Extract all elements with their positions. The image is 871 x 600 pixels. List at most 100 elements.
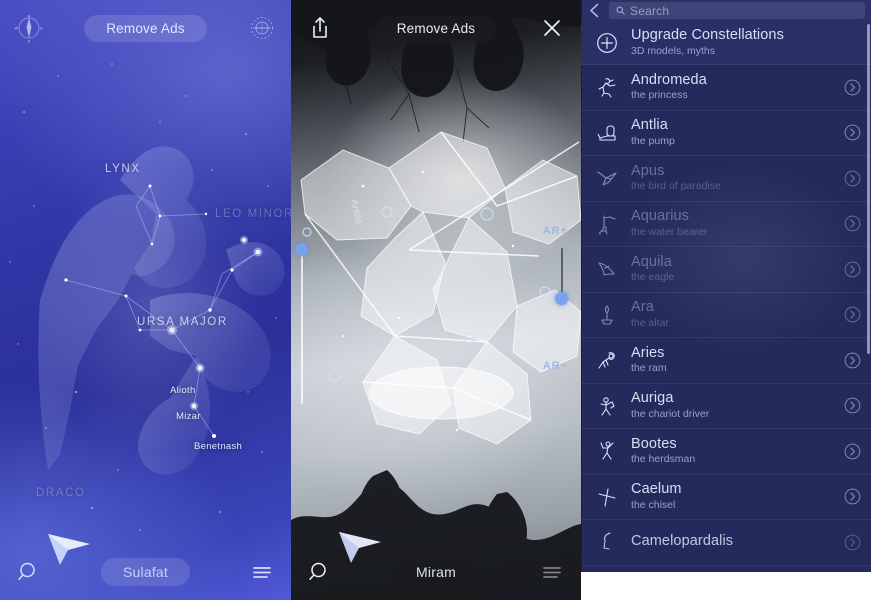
row-subtitle: the chariot driver xyxy=(631,407,710,420)
chevron-right-icon[interactable] xyxy=(844,215,861,232)
row-title: Ara xyxy=(631,299,654,316)
row-title: Camelopardalis xyxy=(631,533,734,550)
svg-text:E: E xyxy=(40,25,43,30)
row-subtitle: the ram xyxy=(631,362,667,375)
remove-ads-button-sky[interactable]: Remove Ads xyxy=(84,14,207,42)
star-label-alioth: Alioth xyxy=(170,385,196,396)
row-subtitle: the altar xyxy=(631,316,669,329)
row-subtitle: the princess xyxy=(631,89,688,102)
row-text: Bootes the herdsman xyxy=(631,436,833,467)
row-text: Caelum the chisel xyxy=(631,481,833,512)
chevron-right-icon[interactable] xyxy=(844,79,861,96)
row-text: Andromeda the princess xyxy=(631,72,833,103)
sky-map-panel[interactable]: LYNX LEO MINOR URSA MAJOR DRACO Alioth M… xyxy=(0,0,291,600)
list-item-upgrade-constellations[interactable]: Upgrade Constellations 3D models, myths xyxy=(581,21,871,65)
list-item-auriga[interactable]: Auriga the chariot driver xyxy=(581,384,871,429)
chevron-right-icon[interactable] xyxy=(844,443,861,460)
search-icon[interactable] xyxy=(12,555,46,589)
search-placeholder: Search xyxy=(630,3,670,18)
ar-bottombar: Miram xyxy=(291,544,581,600)
chevron-right-icon[interactable] xyxy=(844,306,861,323)
constellation-label-leo-minor: LEO MINOR xyxy=(215,208,291,220)
list-item-apus[interactable]: Apus the bird of paradise xyxy=(581,156,871,202)
row-text: Apus the bird of paradise xyxy=(631,163,833,194)
hamburger-menu-icon-ar[interactable] xyxy=(535,555,569,589)
list-item-aquila[interactable]: Aquila the eagle xyxy=(581,247,871,293)
bootes-icon xyxy=(593,439,620,463)
upgrade-subtitle: 3D models, myths xyxy=(631,44,716,57)
row-subtitle: the chisel xyxy=(631,498,676,511)
antlia-icon xyxy=(593,121,620,145)
sky-bottombar: Sulafat xyxy=(0,544,291,600)
row-text: Antlia the pump xyxy=(631,117,833,148)
ar-slider-knob-left[interactable] xyxy=(295,243,308,256)
remove-ads-button-ar[interactable]: Remove Ads xyxy=(374,14,498,42)
list-item-bootes[interactable]: Bootes the herdsman xyxy=(581,429,871,475)
row-title: Aquila xyxy=(631,253,672,270)
chevron-right-icon[interactable] xyxy=(844,352,861,369)
constellation-label-ursa-major: URSA MAJOR xyxy=(137,316,228,328)
ar-plus-label: AR+ xyxy=(542,225,568,237)
ar-slider-track-left[interactable] xyxy=(301,248,303,404)
list-item-antlia[interactable]: Antlia the pump xyxy=(581,111,871,156)
apus-icon xyxy=(593,166,620,190)
plus-circle-icon xyxy=(593,32,620,54)
row-text: Aquarius the water bearer xyxy=(631,208,833,239)
chevron-right-icon[interactable] xyxy=(844,261,861,278)
svg-text:W: W xyxy=(15,25,19,30)
constellation-label-lynx: LYNX xyxy=(105,163,141,175)
hamburger-menu-icon[interactable] xyxy=(245,555,279,589)
constellation-artwork xyxy=(9,63,285,531)
search-input[interactable]: Search xyxy=(609,2,865,19)
selected-object-pill-sky[interactable]: Sulafat xyxy=(101,558,190,586)
list-item-camelopardalis[interactable]: Camelopardalis xyxy=(581,520,871,566)
svg-text:N: N xyxy=(28,14,31,19)
row-text: Camelopardalis xyxy=(631,533,833,551)
selected-object-pill-ar[interactable]: Miram xyxy=(394,558,478,586)
list-item-aries[interactable]: Aries the ram xyxy=(581,338,871,384)
row-text: Aquila the eagle xyxy=(631,254,833,285)
andromeda-icon xyxy=(593,75,620,99)
row-subtitle: the eagle xyxy=(631,271,675,284)
chevron-right-icon[interactable] xyxy=(844,488,861,505)
list-scrollbar[interactable] xyxy=(867,24,870,354)
row-title: Aquarius xyxy=(631,208,690,225)
compass-rose-icon[interactable]: N S E W xyxy=(12,11,46,45)
ar-minus-label: AR− xyxy=(542,360,568,372)
close-x-icon[interactable] xyxy=(535,11,569,45)
back-chevron-icon[interactable] xyxy=(585,2,603,20)
row-title: Apus xyxy=(631,162,665,179)
chevron-right-icon[interactable] xyxy=(844,534,861,551)
share-icon[interactable] xyxy=(303,11,337,45)
row-subtitle: the herdsman xyxy=(631,453,696,466)
star-label-mizar: Mizar xyxy=(176,411,201,422)
row-title: Caelum xyxy=(631,481,682,498)
caelum-icon xyxy=(593,485,620,509)
chevron-right-icon[interactable] xyxy=(844,124,861,141)
row-subtitle: the pump xyxy=(631,134,675,147)
ar-camera-panel[interactable]: Antlia AR+ AR− Remove Ads Miram xyxy=(291,0,581,600)
list-bottom-white-strip xyxy=(581,572,871,600)
list-item-ara[interactable]: Ara the altar xyxy=(581,293,871,338)
ar-slider-knob-right[interactable] xyxy=(555,292,568,305)
search-icon-list xyxy=(616,6,625,15)
star-label-benetnash: Benetnash xyxy=(194,441,243,452)
auriga-icon xyxy=(593,394,620,418)
time-dial-icon[interactable] xyxy=(245,11,279,45)
list-header: Search xyxy=(581,0,871,21)
aries-icon xyxy=(593,348,620,372)
ar-topbar: Remove Ads xyxy=(291,0,581,56)
row-subtitle: the water bearer xyxy=(631,225,708,238)
constellation-label-draco: DRACO xyxy=(36,487,86,499)
sky-topbar: N S E W Remove Ads xyxy=(0,0,291,56)
ara-icon xyxy=(593,303,620,327)
chevron-right-icon[interactable] xyxy=(844,170,861,187)
constellation-list-panel[interactable]: Search Upgrade Constellations 3D models,… xyxy=(581,0,871,600)
list-item-caelum[interactable]: Caelum the chisel xyxy=(581,475,871,520)
row-title: Antlia xyxy=(631,117,668,134)
search-icon-ar[interactable] xyxy=(303,555,337,589)
list-item-aquarius[interactable]: Aquarius the water bearer xyxy=(581,202,871,247)
chevron-right-icon[interactable] xyxy=(844,397,861,414)
upgrade-text: Upgrade Constellations 3D models, myths xyxy=(631,27,861,58)
list-item-andromeda[interactable]: Andromeda the princess xyxy=(581,65,871,111)
